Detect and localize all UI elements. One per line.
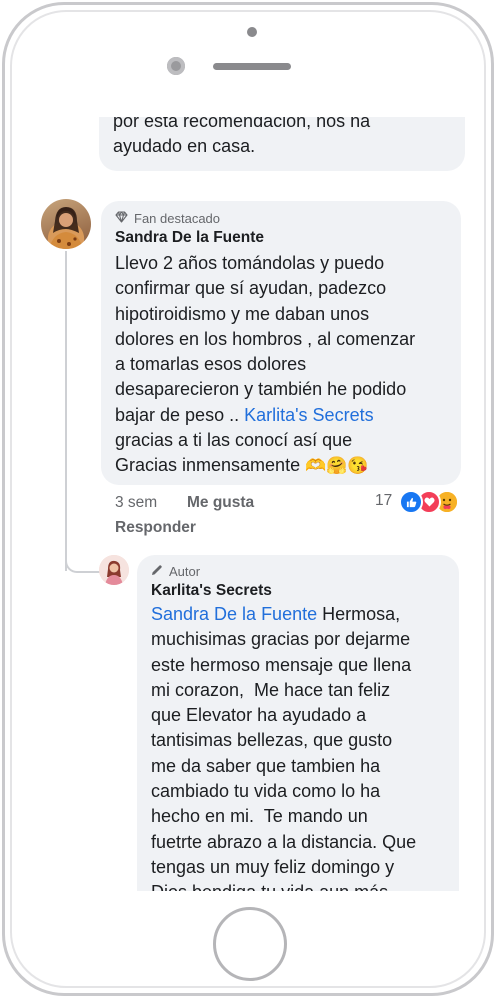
- home-button[interactable]: [213, 907, 287, 981]
- reply-line: fuetrte abrazo a la distancia. Que: [151, 831, 417, 852]
- reaction-summary[interactable]: 17: [375, 489, 465, 515]
- comment-line: dolores en los hombros , al comenzar: [115, 328, 416, 349]
- diamond-icon: [115, 211, 128, 226]
- avatar-karlita[interactable]: [99, 555, 129, 585]
- reply-line: tantisimas bellezas, que gusto: [151, 730, 393, 751]
- previous-comment-text: por esta recomendacion, nos ha ayudado e…: [113, 117, 451, 160]
- reply-line: tengas un muy feliz domingo y: [151, 856, 395, 877]
- reply-text: Sandra De la Fuente Hermosa, muchisimas …: [151, 602, 445, 891]
- comment-line: Gracias inmensamente 🫶🤗😘: [115, 453, 447, 478]
- reaction-count: 17: [375, 492, 393, 509]
- reply-line: Sandra De la Fuente Hermosa,: [151, 602, 445, 627]
- reply-line: cambiado tu vida como lo ha: [151, 781, 381, 802]
- reply-line: mi corazon, Me hace tan feliz: [151, 679, 391, 700]
- reply-button[interactable]: Responder: [115, 519, 196, 537]
- mention-link[interactable]: Karlita's Secrets: [244, 405, 373, 425]
- reply-line: me da saber que tambien ha: [151, 755, 381, 776]
- phone-frame: por esta recomendacion, nos ha ayudado e…: [2, 2, 494, 996]
- comment-line: bajar de peso .. Karlita's Secrets: [115, 403, 447, 428]
- comment-line: desaparecieron y también he podido: [115, 379, 407, 400]
- reply-line: Dios bendiga tu vida aun más.: [151, 880, 445, 891]
- comment-line: gracias a ti las conocí así que: [115, 430, 353, 451]
- phone-sensor: [247, 27, 257, 37]
- comment-line-text: bajar de peso ..: [115, 404, 245, 425]
- comment-line: confirmar que sí ayudan, padezco: [115, 278, 387, 299]
- comment-author[interactable]: Sandra De la Fuente: [115, 229, 447, 247]
- reply-line: hecho en mi. Te mando un: [151, 806, 368, 827]
- pencil-icon: [151, 564, 163, 579]
- reply-line-text: Hermosa,: [317, 604, 401, 624]
- like-button[interactable]: Me gusta: [187, 494, 254, 512]
- comment-line: Llevo 2 años tomándolas y puedo: [115, 253, 385, 273]
- badge-label: Fan destacado: [134, 211, 221, 226]
- previous-comment-line: ayudado en casa.: [113, 136, 256, 157]
- previous-comment-bubble: por esta recomendacion, nos ha ayudado e…: [99, 117, 465, 171]
- reply-line: muchisimas gracias por dejarme: [151, 629, 411, 650]
- like-reaction-icon: [399, 490, 423, 514]
- comment-line-text: Gracias inmensamente: [115, 455, 306, 476]
- avatar-sandra[interactable]: [41, 199, 91, 249]
- thread-line: [65, 251, 67, 571]
- comment-line: hipotiroidismo y me daban unos: [115, 303, 370, 324]
- author-badge: Autor: [151, 564, 445, 579]
- previous-comment-line: por esta recomendacion, nos ha: [113, 117, 371, 131]
- thread-connector: [65, 557, 103, 573]
- comment-timestamp[interactable]: 3 sem: [115, 494, 157, 512]
- phone-speaker: [213, 63, 291, 70]
- badge-label: Autor: [169, 564, 201, 579]
- emoji-group: 🫶🤗😘: [305, 456, 369, 476]
- reply-line: que Elevator ha ayudado a: [151, 705, 367, 726]
- comment-text: Llevo 2 años tomándolas y puedo confirma…: [115, 251, 447, 479]
- reply-author[interactable]: Karlita's Secrets: [151, 582, 445, 600]
- reply-bubble[interactable]: Autor Karlita's Secrets Sandra De la Fue…: [137, 555, 459, 891]
- comment-bubble[interactable]: Fan destacado Sandra De la Fuente Llevo …: [101, 201, 461, 485]
- top-fan-badge: Fan destacado: [115, 211, 447, 226]
- comment-line: a tomarlas esos dolores: [115, 354, 307, 375]
- reply-line: este hermoso mensaje que llena: [151, 654, 412, 675]
- mention-link[interactable]: Sandra De la Fuente: [151, 604, 317, 624]
- front-camera-icon: [167, 57, 185, 75]
- comments-screen: por esta recomendacion, nos ha ayudado e…: [33, 117, 471, 891]
